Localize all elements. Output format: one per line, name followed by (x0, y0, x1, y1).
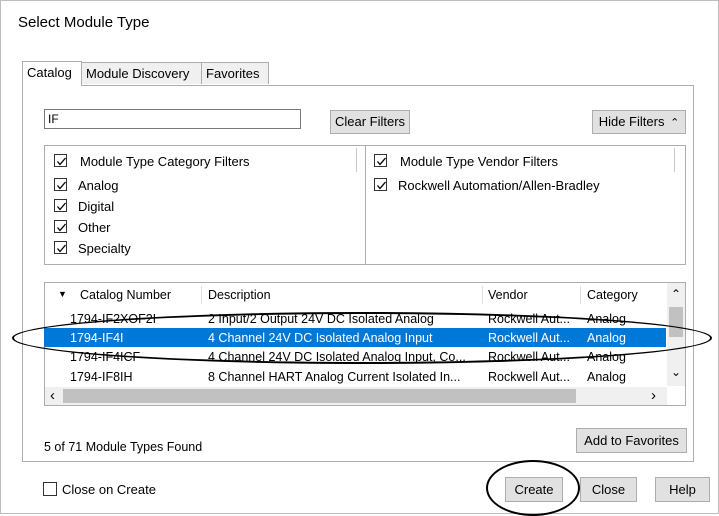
help-button[interactable]: Help (655, 477, 710, 502)
vendor-scroll-edge (674, 148, 675, 172)
scroll-right-arrow-icon[interactable]: › (651, 387, 656, 404)
vendor-filter-all-checkbox[interactable] (374, 154, 387, 167)
specialty-label: Specialty (78, 241, 131, 256)
scroll-down-arrow-icon[interactable]: ⌄ (671, 365, 681, 379)
digital-label: Digital (78, 199, 115, 214)
tab-module-discovery[interactable]: Module Discovery (81, 62, 202, 84)
tab-catalog[interactable]: Catalog (22, 61, 82, 86)
category-filter-header: Module Type Category Filters (80, 154, 250, 169)
close-on-create-label: Close on Create (62, 482, 156, 497)
column-divider (482, 286, 483, 304)
help-label: Help (669, 482, 696, 497)
scroll-up-arrow-icon[interactable]: ⌃ (671, 287, 681, 301)
checkmark-icon (57, 223, 66, 232)
analog-label: Analog (78, 178, 119, 193)
column-header-catalog-number[interactable]: Catalog Number (80, 288, 171, 302)
vendor-filter-header: Module Type Vendor Filters (400, 154, 559, 169)
scroll-left-arrow-icon[interactable]: ‹ (50, 387, 55, 404)
hide-filters-button[interactable]: Hide Filters ⌃ (592, 110, 686, 134)
other-label: Other (78, 220, 111, 235)
highlight-ellipse-create-button (486, 460, 580, 516)
close-label: Close (591, 482, 626, 497)
dialog-title: Select Module Type (18, 14, 150, 31)
checkmark-icon (57, 202, 66, 211)
checkmark-icon (57, 244, 66, 253)
rockwell-label: Rockwell Automation/Allen-Bradley (398, 178, 600, 193)
hide-filters-label: Hide Filters (598, 114, 665, 129)
tab-favorites[interactable]: Favorites (201, 62, 269, 84)
table-row-category[interactable]: Analog (587, 370, 657, 384)
add-to-favorites-label: Add to Favorites (584, 433, 679, 448)
close-button[interactable]: Close (580, 477, 637, 502)
add-to-favorites-button[interactable]: Add to Favorites (576, 428, 687, 453)
category-scroll-edge (356, 148, 357, 172)
table-row-catalog-number[interactable]: 1794-IF8IH (70, 370, 198, 384)
column-header-vendor[interactable]: Vendor (488, 288, 528, 302)
rockwell-checkbox[interactable] (374, 178, 387, 191)
horizontal-scroll-thumb[interactable] (63, 389, 576, 403)
other-checkbox[interactable] (54, 220, 67, 233)
table-row-description[interactable]: 8 Channel HART Analog Current Isolated I… (208, 370, 480, 384)
highlight-ellipse-selected-row (12, 312, 712, 364)
checkmark-icon (377, 157, 386, 166)
column-header-description[interactable]: Description (208, 288, 271, 302)
column-divider (201, 286, 202, 304)
results-count: 5 of 71 Module Types Found (44, 440, 203, 454)
column-header-category[interactable]: Category (587, 288, 638, 302)
checkmark-icon (57, 157, 66, 166)
specialty-checkbox[interactable] (54, 241, 67, 254)
checkmark-icon (57, 181, 66, 190)
category-filter-all-checkbox[interactable] (54, 154, 67, 167)
analog-checkbox[interactable] (54, 178, 67, 191)
sort-descending-icon: ▼ (58, 289, 67, 299)
digital-checkbox[interactable] (54, 199, 67, 212)
double-chevron-up-icon: ⌃ (670, 117, 680, 129)
checkmark-icon (377, 181, 386, 190)
filters-divider (365, 146, 366, 264)
clear-filters-button[interactable]: Clear Filters (330, 110, 410, 134)
clear-filters-label: Clear Filters (334, 114, 406, 129)
column-divider (580, 286, 581, 304)
table-row-vendor[interactable]: Rockwell Aut... (488, 370, 578, 384)
search-input[interactable] (44, 109, 301, 129)
close-on-create-checkbox[interactable] (43, 482, 57, 496)
